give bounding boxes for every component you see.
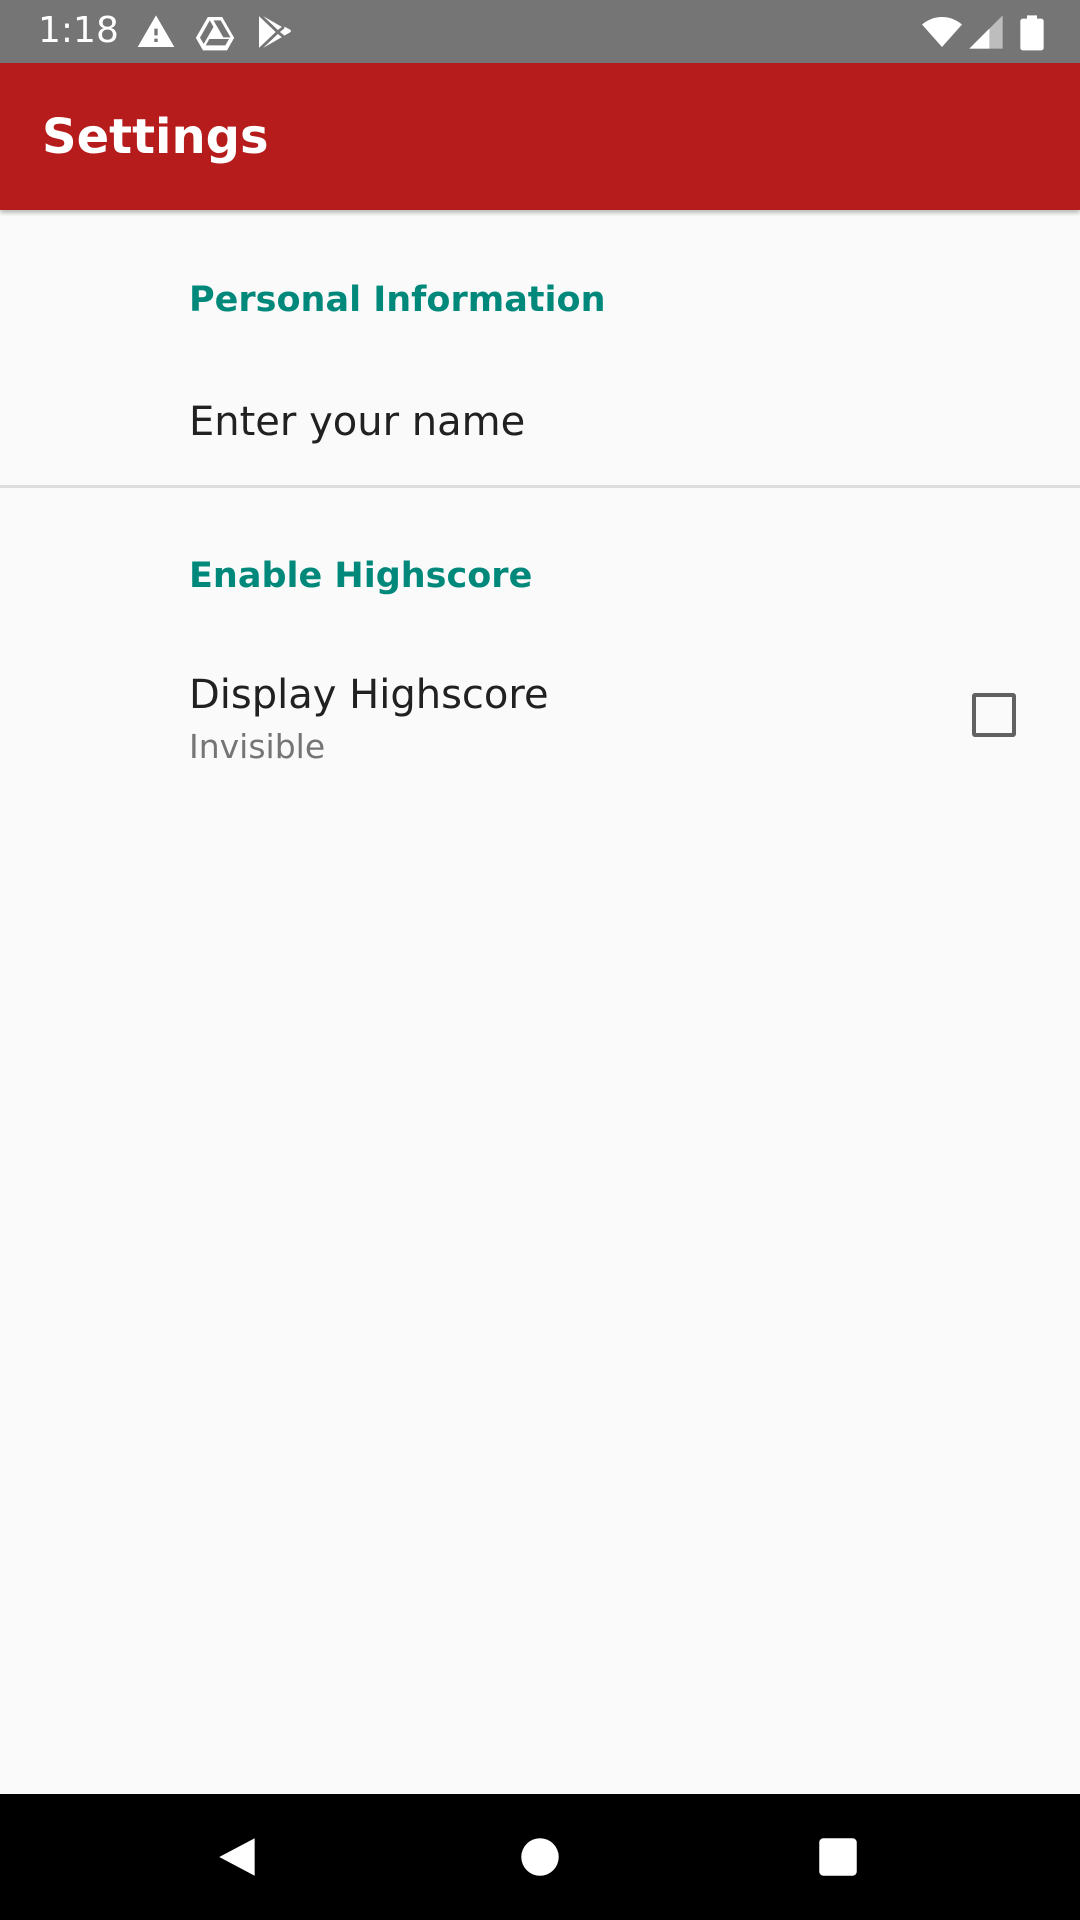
- display-highscore-label: Display Highscore: [189, 672, 549, 718]
- back-icon[interactable]: [213, 1832, 263, 1882]
- drive-icon: [195, 12, 235, 52]
- warning-icon: [136, 12, 176, 52]
- recents-icon[interactable]: [813, 1832, 863, 1882]
- cell-signal-icon: [966, 12, 1006, 52]
- category-personal-information: Personal Information: [189, 280, 606, 320]
- wifi-icon: [922, 12, 962, 52]
- battery-icon: [1012, 12, 1052, 52]
- category-enable-highscore: Enable Highscore: [189, 556, 533, 596]
- page-title: Settings: [42, 109, 269, 165]
- home-icon[interactable]: [515, 1832, 565, 1882]
- navigation-bar: [0, 1794, 1080, 1920]
- display-highscore-checkbox[interactable]: [972, 693, 1016, 737]
- display-highscore-summary: Invisible: [189, 727, 326, 766]
- status-time: 1:18: [38, 10, 119, 51]
- display-highscore-preference[interactable]: Display Highscore Invisible: [0, 620, 1080, 820]
- status-bar: 1:18: [0, 0, 1080, 63]
- enter-name-label: Enter your name: [189, 399, 526, 445]
- app-bar: Settings: [0, 63, 1080, 210]
- category-divider: [0, 485, 1080, 488]
- play-store-icon: [254, 12, 294, 52]
- enter-name-preference[interactable]: Enter your name: [0, 345, 1080, 475]
